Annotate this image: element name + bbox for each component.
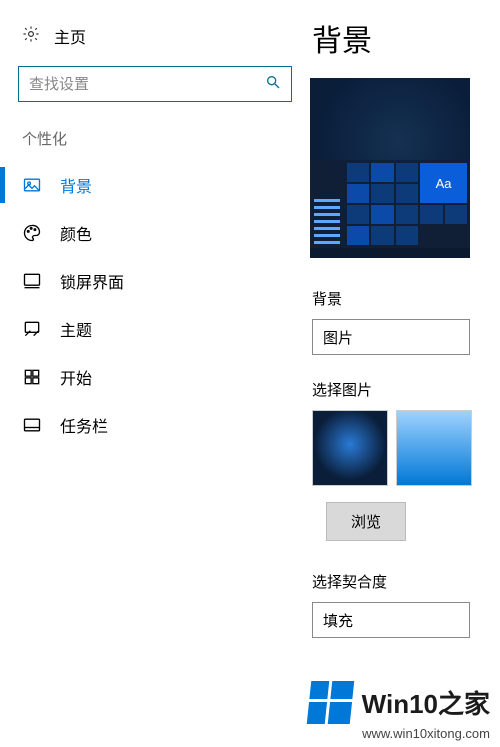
lockscreen-icon bbox=[22, 271, 42, 291]
settings-main: 背景 Aa 背景 图片 选择图片 bbox=[310, 0, 500, 747]
theme-icon bbox=[22, 319, 42, 339]
sidebar-item-lockscreen[interactable]: 锁屏界面 bbox=[0, 257, 310, 305]
section-label-personalization: 个性化 bbox=[0, 128, 310, 161]
watermark-title: Win10之家 bbox=[362, 684, 490, 721]
palette-icon bbox=[22, 223, 42, 243]
fit-dropdown[interactable]: 填充 bbox=[312, 602, 470, 638]
sidebar-item-label: 主题 bbox=[60, 317, 92, 341]
search-icon bbox=[265, 74, 281, 94]
picture-thumbnail[interactable] bbox=[312, 410, 388, 486]
sidebar-item-label: 颜色 bbox=[60, 221, 92, 245]
home-label: 主页 bbox=[54, 24, 86, 48]
gear-icon bbox=[22, 25, 40, 48]
page-title: 背景 bbox=[312, 16, 500, 60]
dropdown-value: 图片 bbox=[323, 327, 353, 348]
sidebar-item-background[interactable]: 背景 bbox=[0, 161, 310, 209]
sidebar-item-label: 背景 bbox=[60, 173, 92, 197]
watermark: Win10之家 www.win10xitong.com bbox=[309, 681, 490, 741]
search-field[interactable] bbox=[29, 76, 265, 93]
settings-sidebar: 主页 个性化 背景 颜色 锁屏界面 bbox=[0, 0, 310, 747]
sidebar-item-label: 任务栏 bbox=[60, 413, 108, 437]
browse-button[interactable]: 浏览 bbox=[326, 502, 406, 541]
watermark-url: www.win10xitong.com bbox=[309, 726, 490, 741]
sidebar-item-taskbar[interactable]: 任务栏 bbox=[0, 401, 310, 449]
picture-thumbnail[interactable] bbox=[396, 410, 472, 486]
sidebar-item-label: 开始 bbox=[60, 365, 92, 389]
sidebar-item-label: 锁屏界面 bbox=[60, 269, 124, 293]
background-type-label: 背景 bbox=[312, 288, 500, 309]
background-type-dropdown[interactable]: 图片 bbox=[312, 319, 470, 355]
dropdown-value: 填充 bbox=[323, 610, 353, 631]
preview-sample-text: Aa bbox=[420, 163, 467, 203]
sidebar-item-colors[interactable]: 颜色 bbox=[0, 209, 310, 257]
fit-label: 选择契合度 bbox=[312, 571, 500, 592]
choose-picture-label: 选择图片 bbox=[312, 379, 500, 400]
home-button[interactable]: 主页 bbox=[0, 18, 310, 66]
picture-icon bbox=[22, 175, 42, 195]
search-input[interactable] bbox=[18, 66, 292, 102]
windows-logo-icon bbox=[306, 681, 354, 724]
taskbar-icon bbox=[22, 415, 42, 435]
start-icon bbox=[22, 367, 42, 387]
desktop-preview: Aa bbox=[310, 78, 470, 258]
sidebar-item-start[interactable]: 开始 bbox=[0, 353, 310, 401]
sidebar-item-themes[interactable]: 主题 bbox=[0, 305, 310, 353]
picture-thumbnails bbox=[312, 410, 500, 486]
